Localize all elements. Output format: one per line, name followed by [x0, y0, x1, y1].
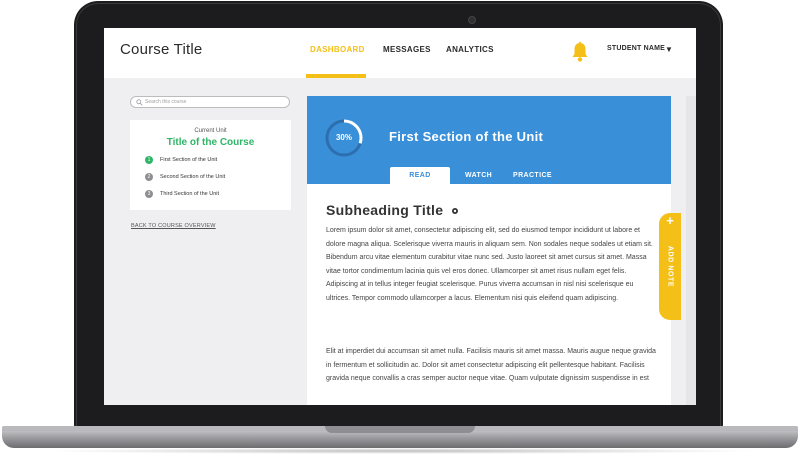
current-unit-label: Current Unit	[194, 128, 227, 134]
plus-icon: +	[666, 213, 674, 228]
nav-tab-messages[interactable]: MESSAGES	[383, 45, 431, 54]
search-input[interactable]	[145, 97, 285, 107]
section-label: Third Section of the Unit	[160, 191, 220, 197]
tab-read[interactable]: READ	[390, 167, 450, 184]
app-screen: Course Title DASHBOARD MESSAGES ANALYTIC…	[104, 28, 696, 405]
right-scroll-strip[interactable]	[686, 96, 696, 405]
section-label: Second Section of the Unit	[160, 174, 226, 180]
nav-tab-analytics[interactable]: ANALYTICS	[446, 45, 494, 54]
body-paragraph-1: Lorem ipsum dolor sit amet, consectetur …	[326, 227, 653, 302]
tab-watch[interactable]: WATCH	[465, 167, 492, 184]
nav-tab-dashboard[interactable]: DASHBOARD	[310, 45, 365, 54]
search-icon	[136, 99, 143, 106]
subheading: Subheading Title	[326, 202, 444, 218]
add-note-button[interactable]: + ADD NOTE	[659, 213, 681, 320]
course-title: Course Title	[120, 41, 203, 58]
back-to-course-overview-link[interactable]: BACK TO COURSE OVERVIEW	[131, 223, 216, 229]
search-box[interactable]	[130, 96, 290, 108]
tab-practice[interactable]: PRACTICE	[513, 167, 552, 184]
section-header: 30% First Section of the Unit READ WATCH…	[307, 96, 671, 184]
section-title: First Section of the Unit	[389, 129, 544, 144]
laptop-shadow	[40, 448, 760, 454]
laptop-notch	[325, 426, 475, 433]
add-note-label: ADD NOTE	[666, 245, 674, 288]
body-paragraph-2: Elit at imperdiet dui accumsan sit amet …	[326, 348, 656, 382]
current-unit-card: Current Unit Title of the Course 1 First…	[130, 120, 291, 210]
chevron-down-icon[interactable]: ▼	[665, 45, 673, 54]
top-header: Course Title DASHBOARD MESSAGES ANALYTIC…	[104, 28, 696, 78]
lesson-content-panel: 30% First Section of the Unit READ WATCH…	[307, 96, 671, 405]
section-number-badge: 3	[145, 190, 153, 198]
section-number-badge: 2	[145, 173, 153, 181]
bell-icon[interactable]	[570, 41, 590, 63]
section-number-badge: 1	[145, 156, 153, 164]
camera	[468, 16, 476, 24]
section-label: First Section of the Unit	[160, 157, 218, 163]
student-name-menu[interactable]: STUDENT NAME	[607, 45, 665, 52]
unit-title: Title of the Course	[166, 137, 255, 148]
progress-percent: 30%	[335, 133, 352, 142]
active-tab-underline	[306, 74, 366, 78]
text-cursor-icon	[452, 208, 458, 214]
